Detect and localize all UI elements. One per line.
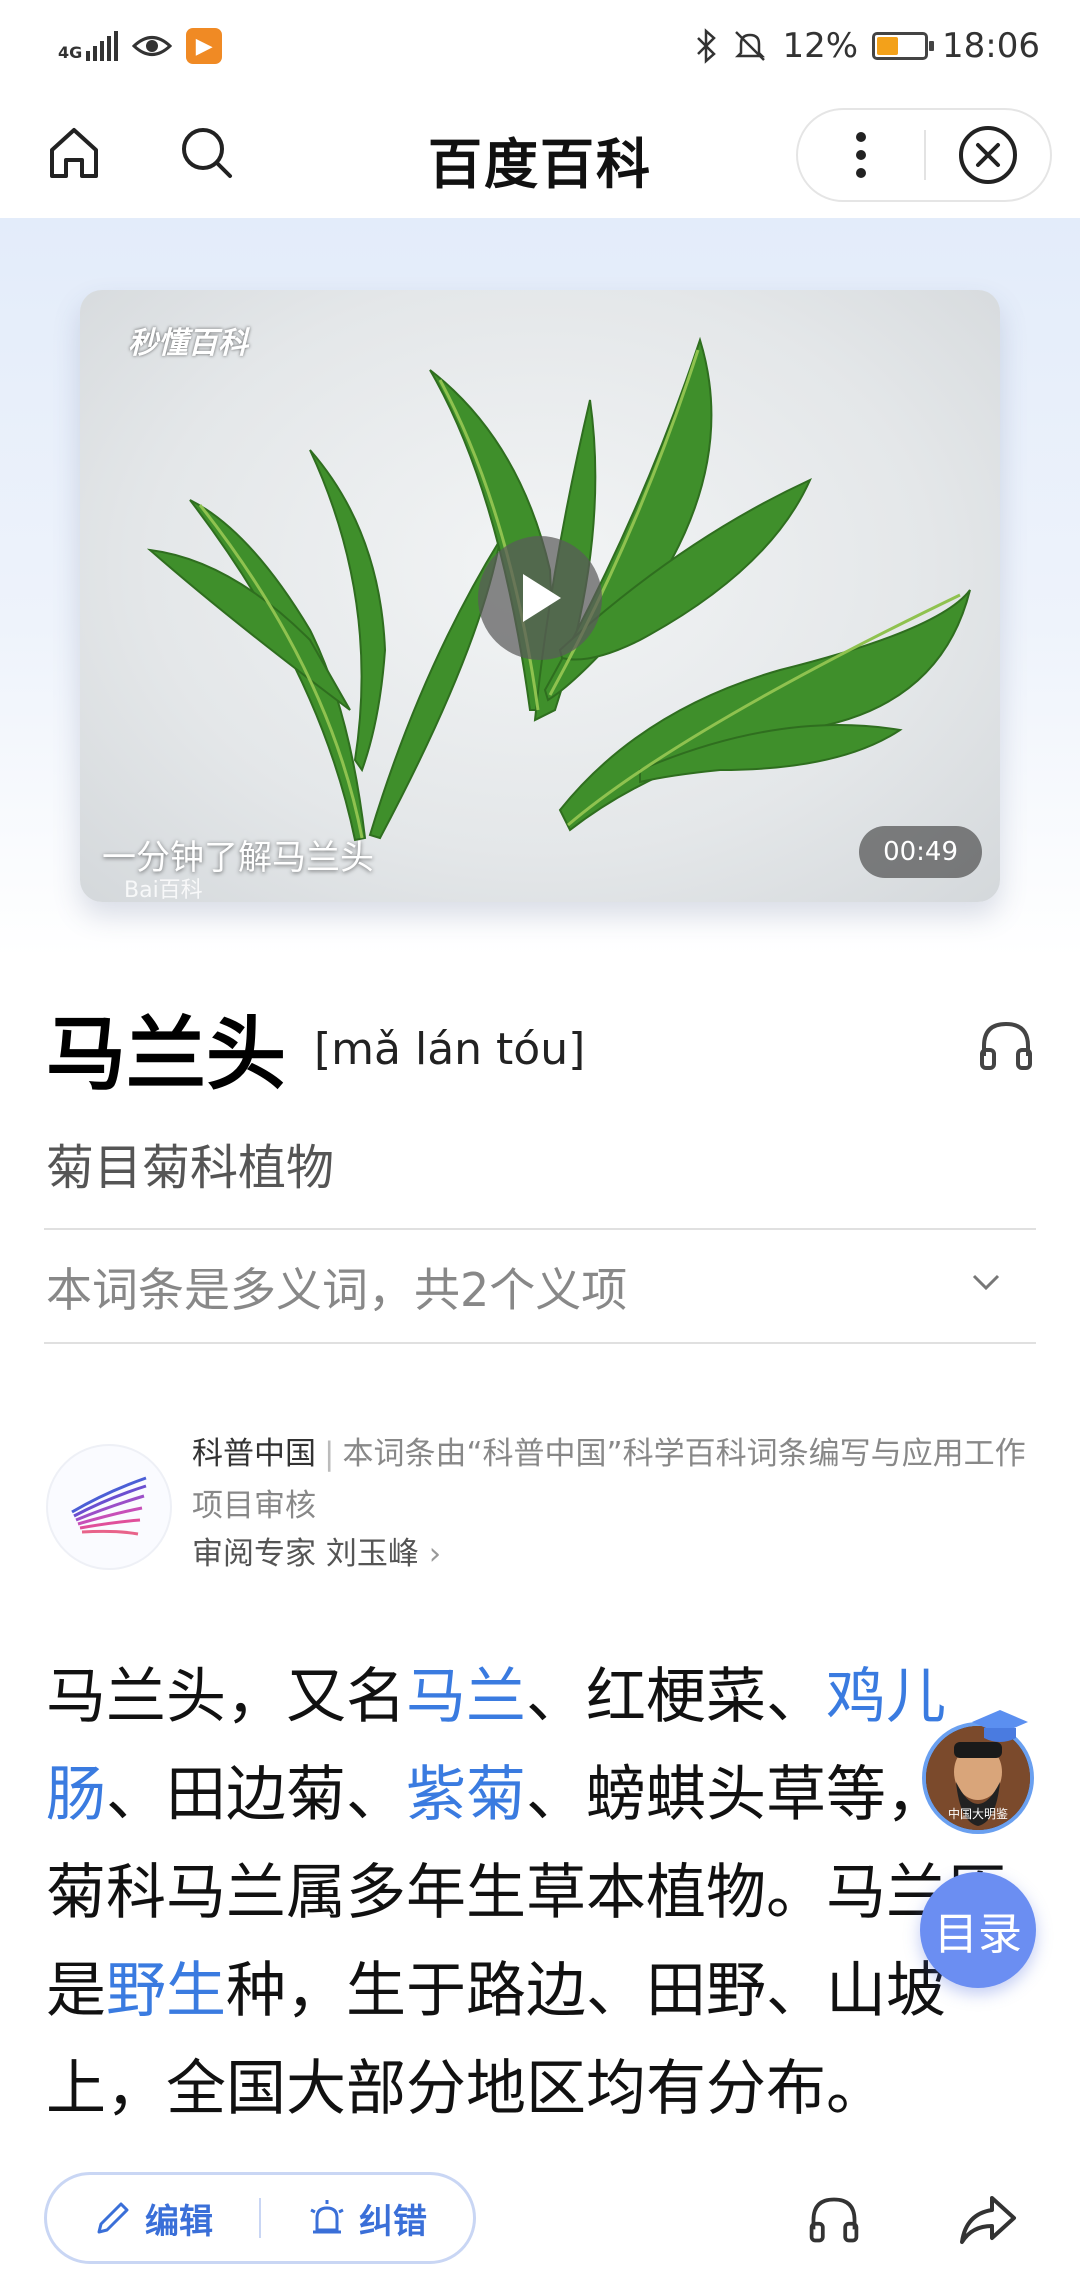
status-bar: 4G ▶ 12% 18:06: [0, 0, 1080, 92]
play-icon: [523, 574, 561, 622]
play-button[interactable]: [478, 536, 602, 660]
entry-summary: 马兰头，又名马兰、红梗菜、鸡儿肠、田边菊、紫菊、螃蜞头草等，为菊科马兰属多年生草…: [46, 1648, 1046, 2138]
divider-top: [44, 1228, 1036, 1230]
report-label: 纠错: [359, 2201, 427, 2242]
chevron-right-icon: ›: [428, 1536, 442, 1572]
entry-title: 马兰头: [46, 1008, 286, 1101]
toc-button[interactable]: 目录: [920, 1872, 1036, 1988]
share-icon[interactable]: [958, 2192, 1018, 2248]
edit-report-pill: 编辑 纠错: [44, 2172, 476, 2264]
video-duration: 00:49: [859, 826, 982, 878]
review-org[interactable]: 科普中国: [192, 1436, 316, 1472]
status-left: 4G ▶: [58, 28, 223, 64]
review-expert-link[interactable]: 审阅专家 刘玉峰 ›: [192, 1528, 441, 1573]
network-type: 4G: [58, 43, 83, 62]
mini-program-capsule: [796, 108, 1052, 202]
battery-icon: [872, 32, 935, 60]
eye-icon: [132, 36, 173, 56]
video-watermark-bottom: Bai百科: [124, 878, 203, 902]
pencil-icon: [97, 2202, 129, 2234]
bluetooth-icon: [697, 28, 717, 64]
close-icon: [958, 126, 1017, 184]
review-statement: 科普中国 | 本词条由“科普中国”科学百科词条编写与应用工作项目审核: [192, 1428, 1042, 1532]
review-expert: 审阅专家 刘玉峰: [192, 1536, 419, 1572]
clock: 18:06: [942, 26, 1040, 66]
summary-link[interactable]: 马兰: [406, 1662, 526, 1732]
more-icon: [856, 132, 866, 178]
mute-bell-icon: [735, 31, 766, 61]
science-china-logo: [46, 1444, 172, 1570]
polysemy-selector[interactable]: 本词条是多义词，共2个义项: [46, 1254, 627, 1320]
divider-bottom: [44, 1342, 1036, 1344]
report-error-button[interactable]: 纠错: [261, 2175, 473, 2261]
bottom-toolbar: 编辑 纠错: [0, 2156, 1080, 2280]
summary-text: 、田边菊、: [106, 1760, 406, 1830]
summary-link[interactable]: 紫菊: [406, 1760, 526, 1830]
nav-bar: 百度百科: [0, 92, 1080, 218]
more-button[interactable]: [798, 108, 924, 202]
summary-text: 、红梗菜、: [526, 1662, 826, 1732]
signal-icon: [86, 31, 119, 61]
science-china-logo-mark: [71, 1476, 147, 1536]
network-indicator: 4G: [58, 31, 119, 62]
alarm-icon: [310, 2200, 344, 2234]
review-separator: |: [324, 1436, 335, 1472]
summary-link[interactable]: 野生: [106, 1956, 226, 2026]
entry-subtitle: 菊目菊科植物: [46, 1140, 335, 1196]
battery-fill: [877, 37, 899, 55]
video-player[interactable]: 秒懂百科 一分钟了解马兰头 Bai百科 00:49: [80, 290, 1000, 902]
edit-label: 编辑: [145, 2201, 213, 2242]
battery-percent: 12%: [782, 26, 859, 66]
graduation-cap-icon: [972, 1710, 1028, 1742]
edit-button[interactable]: 编辑: [47, 2175, 259, 2261]
status-right: 12% 18:06: [694, 26, 1040, 66]
summary-text: 马兰头，又名: [46, 1662, 406, 1732]
headphones-icon[interactable]: [806, 2192, 862, 2248]
chevron-down-icon[interactable]: [966, 1262, 1006, 1302]
video-app-icon: ▶: [186, 28, 223, 64]
entry-pinyin: [mǎ lán tóu]: [314, 1024, 586, 1075]
review-text: 本词条由“科普中国”科学百科词条编写与应用工作项目审核: [192, 1436, 1026, 1524]
avatar-label: 中国大明鉴: [947, 1807, 1008, 1821]
headphones-icon[interactable]: [976, 1016, 1036, 1076]
video-watermark: 秒懂百科: [128, 326, 248, 361]
close-button[interactable]: [926, 108, 1050, 202]
